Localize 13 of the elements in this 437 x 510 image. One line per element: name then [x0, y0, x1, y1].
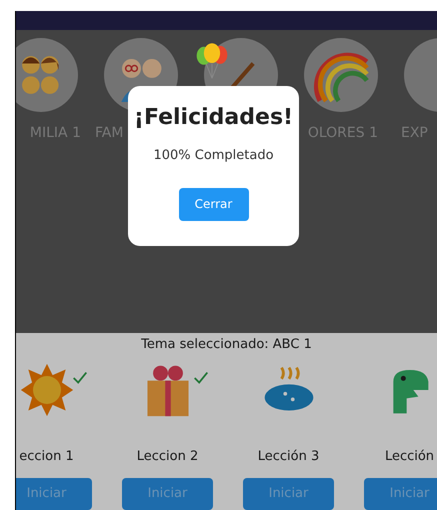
- start-button[interactable]: Iniciar: [243, 478, 334, 510]
- lesson-label: eccion 1: [19, 448, 74, 466]
- start-button[interactable]: Iniciar: [16, 478, 92, 510]
- start-button[interactable]: Iniciar: [122, 478, 213, 510]
- start-button[interactable]: Iniciar: [364, 478, 437, 510]
- dialog-title: ¡Felicidades!: [134, 104, 294, 132]
- lesson-label: Lección 3: [258, 448, 320, 466]
- dialog-message: 100% Completado: [153, 147, 274, 165]
- selected-topic-text: Tema seleccionado: ABC 1: [141, 336, 312, 354]
- close-button[interactable]: Cerrar: [178, 188, 248, 220]
- lesson-label: Lección: [384, 448, 434, 466]
- sun-icon: [18, 362, 74, 418]
- lesson-label: Leccion 2: [136, 448, 198, 466]
